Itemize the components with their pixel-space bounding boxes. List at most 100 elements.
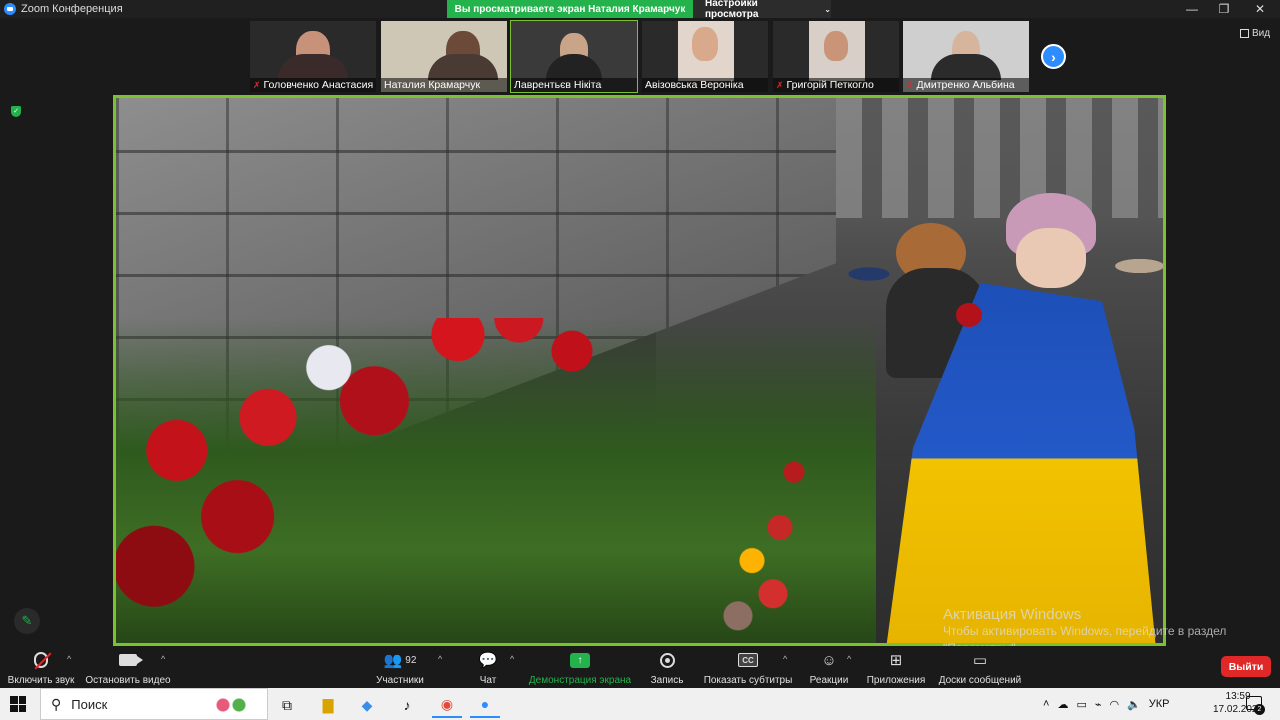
- smiley-icon: ☺: [821, 651, 837, 669]
- participant-tile[interactable]: Авізовська Вероніка: [641, 20, 769, 93]
- participant-name: Григорій Петкогло: [786, 79, 874, 91]
- participant-name-bar: Авізовська Вероніка: [642, 78, 768, 92]
- participants-count: 92: [405, 654, 417, 666]
- next-page-button[interactable]: ›: [1041, 44, 1066, 69]
- security-shield-icon[interactable]: ✓: [11, 106, 21, 117]
- view-button[interactable]: Вид: [1240, 28, 1270, 39]
- audio-options-caret[interactable]: ^: [67, 654, 71, 664]
- participant-name: Лаврентьєв Нікіта: [514, 79, 602, 91]
- cloud-icon[interactable]: ☁: [1057, 698, 1068, 711]
- participant-tile[interactable]: Наталия Крамарчук: [380, 20, 508, 93]
- search-placeholder: Поиск: [71, 696, 108, 712]
- apps-button[interactable]: ⊞ Приложения: [866, 646, 926, 688]
- taskbar-search-box[interactable]: ⚲ Поиск: [40, 688, 268, 720]
- participants-options-caret[interactable]: ^: [438, 654, 442, 664]
- minimize-button[interactable]: —: [1176, 0, 1208, 18]
- zoom-taskbar-icon[interactable]: ●: [470, 692, 500, 718]
- record-button[interactable]: Запись: [648, 646, 686, 688]
- task-view-icon[interactable]: ⧉: [272, 692, 302, 718]
- windows-start-icon[interactable]: [10, 696, 26, 712]
- show-subtitles-label: Показать субтитры: [703, 675, 793, 686]
- participant-name-bar: Наталия Крамарчук: [381, 78, 507, 92]
- language-indicator[interactable]: УКР: [1149, 698, 1170, 710]
- participants-icon: 👥: [383, 652, 403, 669]
- share-screen-icon: ↑: [570, 652, 590, 668]
- chat-button[interactable]: 💬 Чат: [474, 646, 502, 688]
- stop-video-label: Остановить видео: [85, 675, 171, 686]
- volume-icon[interactable]: 🔈: [1127, 698, 1141, 711]
- battery-icon[interactable]: ▭: [1076, 698, 1086, 711]
- video-options-caret[interactable]: ^: [161, 654, 165, 664]
- participants-label: Участники: [376, 675, 424, 686]
- unmute-button[interactable]: Включить звук: [8, 646, 74, 688]
- app-title: Zoom Конференция: [21, 3, 123, 15]
- participant-name: Наталия Крамарчук: [384, 79, 481, 91]
- closed-captions-icon: CC: [738, 653, 758, 667]
- participant-face: [692, 27, 718, 61]
- record-icon: [659, 652, 675, 668]
- reactions-label: Реакции: [809, 675, 849, 686]
- watermark-title: Активация Windows: [943, 606, 1082, 623]
- tiktok-icon[interactable]: ♪: [392, 692, 422, 718]
- participant-name-bar: ✗ Головченко Анастасия: [250, 78, 376, 92]
- whiteboards-button[interactable]: ▭ Доски сообщений: [937, 646, 1023, 688]
- search-icon: ⚲: [51, 695, 62, 712]
- windows-taskbar: ⚲ Поиск ⧉ ▇ ◆ ♪ ◉ ● ˄ ☁ ▭ ⌁ ◠ 🔈 УКР 13:5…: [0, 688, 1280, 720]
- view-button-label: Вид: [1252, 28, 1271, 39]
- whiteboard-icon: ▭: [972, 652, 988, 669]
- chevron-up-icon[interactable]: ˄: [1043, 698, 1049, 710]
- mic-muted-icon: ✗: [906, 79, 914, 90]
- unmute-label: Включить звук: [7, 675, 75, 686]
- reactions-options-caret[interactable]: ^: [847, 654, 851, 664]
- record-label: Запись: [650, 675, 684, 686]
- grid-view-icon: [1240, 29, 1249, 38]
- view-settings-label: Настройки просмотра: [705, 0, 759, 20]
- reactions-button[interactable]: ☺ Реакции: [808, 646, 850, 688]
- chevron-down-icon: ⌄: [824, 4, 831, 14]
- notifications-badge: 2: [1254, 704, 1265, 715]
- usb-icon[interactable]: ⌁: [1095, 698, 1102, 711]
- leave-meeting-button[interactable]: Выйти: [1221, 656, 1271, 677]
- subtitles-options-caret[interactable]: ^: [783, 654, 787, 664]
- meeting-toolbar: Включить звук ^ Остановить видео ^ 👥 92 У…: [0, 646, 1280, 688]
- chat-options-caret[interactable]: ^: [510, 654, 514, 664]
- close-button[interactable]: ✕: [1244, 0, 1276, 18]
- zoom-logo-icon: [4, 3, 16, 15]
- apps-icon: ⊞: [889, 652, 903, 669]
- participant-face: [824, 31, 848, 61]
- participant-tile[interactable]: ✗ Григорій Петкогло: [772, 20, 900, 93]
- participant-name-bar: Лаврентьєв Нікіта: [511, 78, 637, 92]
- shared-screen: [113, 95, 1166, 646]
- view-settings-button[interactable]: Настройки просмотра ⌄: [693, 0, 831, 20]
- mic-off-icon: [34, 652, 48, 668]
- chevron-right-icon: ›: [1051, 48, 1056, 65]
- share-screen-label: Демонстрация экрана: [528, 675, 632, 686]
- child-with-flag-figure: [876, 193, 1163, 643]
- mic-muted-icon: ✗: [253, 79, 261, 90]
- participant-body: [931, 54, 1001, 80]
- participant-tile[interactable]: ✗ Дмитренко Альбина: [902, 20, 1030, 93]
- network-icon[interactable]: ◠: [1109, 698, 1119, 711]
- stop-video-button[interactable]: Остановить видео: [85, 646, 171, 688]
- participant-name-bar: ✗ Дмитренко Альбина: [903, 78, 1029, 92]
- show-subtitles-button[interactable]: CC Показать субтитры: [704, 646, 792, 688]
- search-highlight-decoration: [211, 695, 251, 715]
- participant-body: [546, 54, 602, 80]
- chrome-icon[interactable]: ◉: [432, 692, 462, 718]
- participant-name: Головченко Анастасия: [263, 79, 374, 91]
- participant-name: Дмитренко Альбина: [916, 79, 1015, 91]
- store-app-icon[interactable]: ◆: [352, 692, 382, 718]
- child-face: [1016, 228, 1086, 288]
- system-tray: ˄ ☁ ▭ ⌁ ◠ 🔈 УКР: [1043, 688, 1170, 720]
- chat-label: Чат: [479, 675, 497, 686]
- screen-share-banner: Вы просматриваете экран Наталия Крамарчу…: [447, 0, 693, 18]
- participant-name-bar: ✗ Григорій Петкогло: [773, 78, 899, 92]
- participant-tile[interactable]: ✗ Головченко Анастасия: [249, 20, 377, 93]
- share-screen-button[interactable]: ↑ Демонстрация экрана: [528, 646, 632, 688]
- chat-icon: 💬: [478, 652, 498, 669]
- participant-tile-active-speaker[interactable]: Лаврентьєв Нікіта: [510, 20, 638, 93]
- participants-button[interactable]: 👥 92 Участники: [375, 646, 425, 688]
- restore-button[interactable]: ❐: [1208, 0, 1240, 18]
- annotate-pencil-icon[interactable]: ✎: [14, 608, 40, 634]
- file-explorer-icon[interactable]: ▇: [313, 692, 343, 718]
